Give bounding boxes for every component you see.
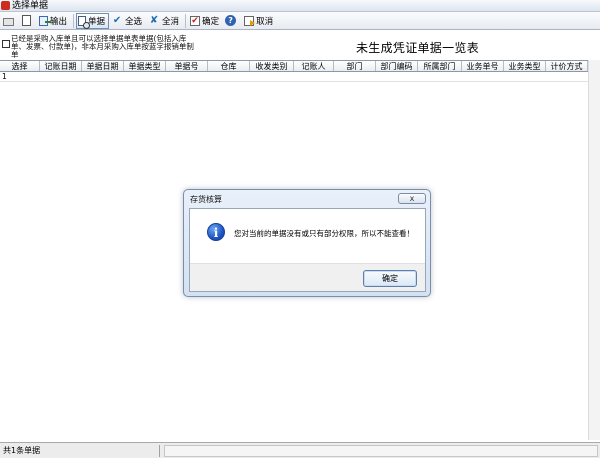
- dialog-footer: 确定: [190, 263, 425, 291]
- toolbar-separator: [73, 13, 75, 28]
- grid-column-header[interactable]: 单据日期: [82, 61, 124, 71]
- window-title: 选择单据: [12, 1, 49, 11]
- select-all-icon: ✔: [112, 14, 122, 26]
- table-cell: [504, 72, 546, 81]
- confirm-button[interactable]: ✔ 确定: [188, 13, 223, 29]
- status-bar: 共1条单据: [0, 442, 600, 458]
- table-cell: [250, 72, 294, 81]
- document-search-icon: [78, 15, 91, 29]
- grid-column-header[interactable]: 记账日期: [40, 61, 82, 71]
- vertical-scrollbar[interactable]: [588, 60, 600, 440]
- table-row[interactable]: 1: [0, 72, 588, 82]
- dialog-close-button[interactable]: x: [398, 193, 426, 204]
- table-cell: [418, 72, 462, 81]
- status-panel: [164, 445, 598, 457]
- dialog-title: 存货核算: [190, 195, 222, 204]
- toolbar-separator: [185, 13, 187, 28]
- grid-column-header[interactable]: 选择: [0, 61, 40, 71]
- dialog-ok-button[interactable]: 确定: [363, 270, 417, 287]
- print-button[interactable]: [1, 13, 20, 29]
- select-all-label: 全选: [125, 16, 143, 27]
- confirm-icon: ✔: [190, 15, 201, 26]
- grid-body: 1: [0, 72, 588, 82]
- table-cell: [334, 72, 376, 81]
- toolbar: 输出 单据 ✔ 全选 ✘ 全消 ✔ 确定 ? 取消: [0, 12, 600, 30]
- export-button[interactable]: 输出: [37, 13, 71, 29]
- filter-checkbox[interactable]: [2, 40, 10, 48]
- printer-icon: [3, 17, 14, 26]
- table-cell: [546, 72, 588, 81]
- sheet-title: 未生成凭证单据一览表: [356, 41, 480, 55]
- table-cell: [166, 72, 208, 81]
- grid-column-header[interactable]: 计价方式: [546, 61, 588, 71]
- table-cell: [208, 72, 250, 81]
- table-cell: [82, 72, 124, 81]
- dialog-body: i 您对当前的单据没有或只有部分权限，所以不能查看！ 确定: [189, 208, 426, 292]
- clear-all-label: 全消: [162, 16, 180, 27]
- grid-column-header[interactable]: 记账人: [294, 61, 334, 71]
- grid-column-header[interactable]: 部门编码: [376, 61, 418, 71]
- clear-all-icon: ✘: [149, 14, 159, 26]
- cancel-button[interactable]: 取消: [242, 13, 277, 29]
- cancel-icon: [244, 15, 256, 26]
- table-cell: [294, 72, 334, 81]
- grid-column-header[interactable]: 部门: [334, 61, 376, 71]
- table-cell: [376, 72, 418, 81]
- message-dialog: 存货核算 x i 您对当前的单据没有或只有部分权限，所以不能查看！ 确定: [183, 189, 431, 297]
- preview-button[interactable]: [20, 13, 37, 29]
- grid-column-header[interactable]: 收发类别: [250, 61, 294, 71]
- document-button[interactable]: 单据: [76, 12, 110, 29]
- table-cell: [40, 72, 82, 81]
- grid-column-header[interactable]: 单据类型: [124, 61, 166, 71]
- table-cell: [462, 72, 504, 81]
- grid-header: 选择 记账日期 单据日期 单据类型 单据号 仓库 收发类别 记账人 部门 部门编码 所属部门 业务单号…: [0, 60, 588, 72]
- grid-column-header[interactable]: 仓库: [208, 61, 250, 71]
- status-count: 共1条单据: [0, 445, 160, 457]
- grid-column-header[interactable]: 业务类型: [504, 61, 546, 71]
- export-icon: [39, 15, 51, 26]
- confirm-label: 确定: [202, 16, 220, 27]
- filter-description: 已经是采购入库单且可以选择单据单表单据(包括入库单、发票、付款单)，非本月采购入…: [11, 34, 194, 59]
- grid-column-header[interactable]: 业务单号: [462, 61, 504, 71]
- preview-icon: [22, 15, 31, 26]
- document-grid: 选择 记账日期 单据日期 单据类型 单据号 仓库 收发类别 记账人 部门 部门编码 所属部门 业务单号…: [0, 60, 588, 82]
- window-titlebar: 选择单据: [0, 0, 600, 12]
- help-button[interactable]: ?: [223, 13, 242, 29]
- help-icon: ?: [225, 15, 237, 26]
- filter-area: 已经是采购入库单且可以选择单据单表单据(包括入库单、发票、付款单)，非本月采购入…: [0, 30, 600, 60]
- table-cell: [124, 72, 166, 81]
- select-all-button[interactable]: ✔ 全选: [109, 13, 146, 29]
- clear-all-button[interactable]: ✘ 全消: [146, 13, 183, 29]
- dialog-message: 您对当前的单据没有或只有部分权限，所以不能查看！: [234, 229, 414, 238]
- document-label: 单据: [88, 16, 106, 27]
- app-icon: [1, 1, 10, 10]
- cancel-label: 取消: [256, 16, 274, 27]
- grid-column-header[interactable]: 所属部门: [418, 61, 462, 71]
- info-icon: i: [207, 223, 225, 241]
- grid-column-header[interactable]: 单据号: [166, 61, 208, 71]
- export-label: 输出: [50, 16, 68, 27]
- table-cell: 1: [2, 72, 7, 81]
